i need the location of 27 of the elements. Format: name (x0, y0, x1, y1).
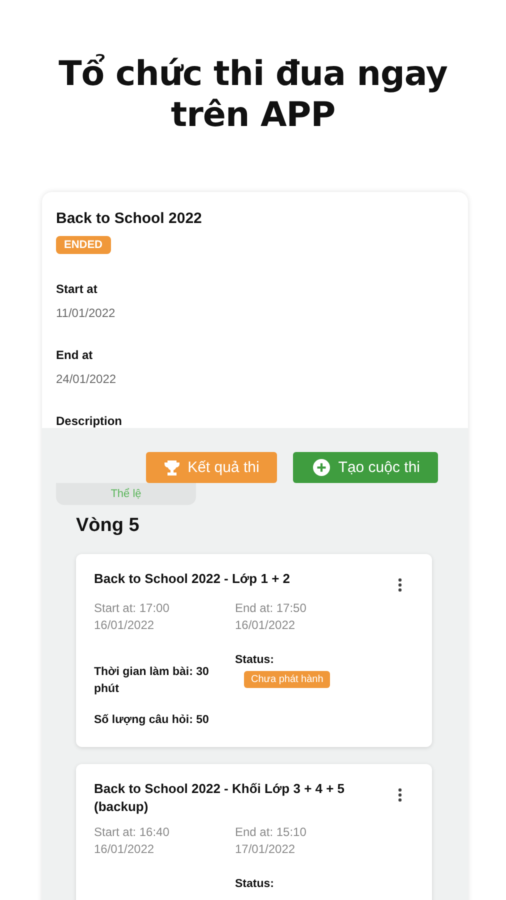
more-icon[interactable] (398, 578, 402, 592)
trophy-icon (164, 460, 180, 476)
action-button[interactable]: Kết quả thi (146, 452, 278, 483)
end-time: End at: 17:50 16/01/2022 (235, 600, 308, 634)
status-label: Status: (235, 653, 275, 668)
field-label: Description (56, 414, 124, 428)
more-icon[interactable] (398, 788, 402, 802)
start-time: Start at: 17:00 16/01/2022 (94, 600, 170, 634)
plus-icon (313, 459, 330, 476)
field-value: 11/01/2022 (56, 306, 116, 320)
exam-title: Back to School 2022 - Khối Lớp 3 + 4 + 5 (backup) (94, 780, 346, 816)
duration-text: Thời gian làm bài: 30 phút (94, 665, 210, 697)
contest-title: Back to School 2022 (56, 210, 203, 227)
field-value: 24/01/2022 (56, 372, 118, 386)
status-badge: Chưa phát hành (244, 671, 330, 688)
action-button[interactable]: Tạo cuộc thi (293, 452, 438, 483)
end-time: End at: 15:10 17/01/2022 (235, 824, 308, 858)
exam-title: Back to School 2022 - Lớp 1 + 2 (94, 570, 290, 588)
tab[interactable]: Thể lệ (56, 483, 196, 505)
start-time: Start at: 16:40 16/01/2022 (94, 824, 170, 858)
headline: Tổ chức thi đua ngay trên APP (58, 53, 448, 136)
status-label: Status: (235, 877, 275, 892)
field-label: Start at (56, 282, 98, 296)
question-count: Số lượng câu hỏi: 50 (94, 713, 210, 728)
field-label: End at (56, 348, 94, 362)
status-badge: ENDED (56, 236, 111, 254)
round-title: Vòng 5 (76, 515, 140, 537)
